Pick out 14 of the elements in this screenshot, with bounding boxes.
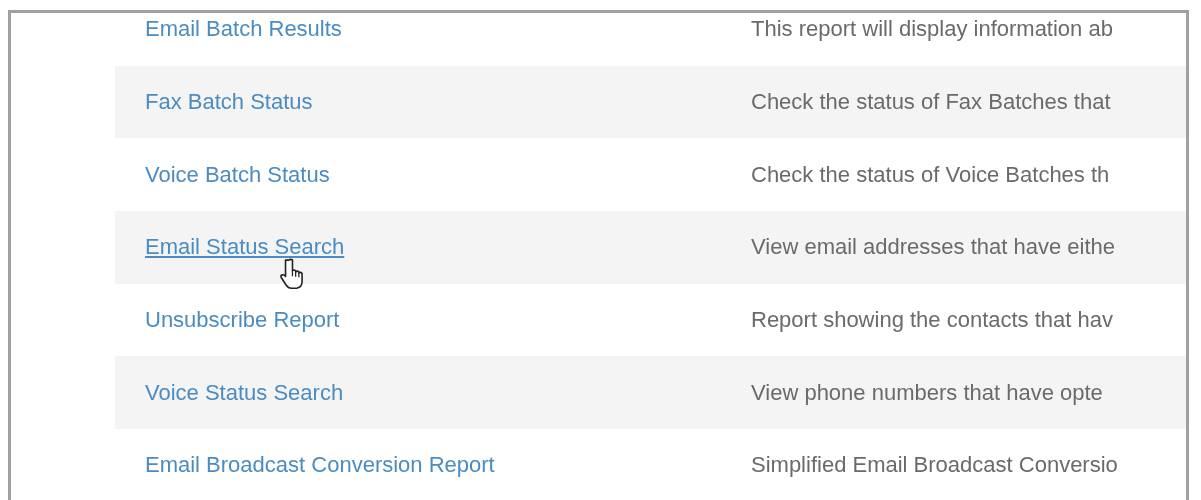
report-description: Check the status of Fax Batches that [751, 89, 1111, 116]
report-description: This report will display information ab [751, 16, 1113, 43]
report-link[interactable]: Email Batch Results [145, 16, 342, 42]
report-link[interactable]: Fax Batch Status [145, 89, 313, 115]
report-description: View email addresses that have eithe [751, 234, 1116, 261]
report-link[interactable]: Unsubscribe Report [145, 307, 340, 333]
report-link[interactable]: Email Broadcast Conversion Report [145, 452, 495, 478]
report-link[interactable]: Voice Batch Status [145, 161, 330, 187]
report-link[interactable]: Email Status Search [145, 234, 345, 260]
report-link[interactable]: Voice Status Search [145, 379, 344, 405]
report-description: View phone numbers that have opte [751, 379, 1103, 406]
report-description: Report showing the contacts that hav [751, 307, 1113, 334]
report-description: Simplified Email Broadcast Conversio [751, 452, 1118, 479]
report-description: Check the status of Voice Batches th [751, 161, 1110, 188]
